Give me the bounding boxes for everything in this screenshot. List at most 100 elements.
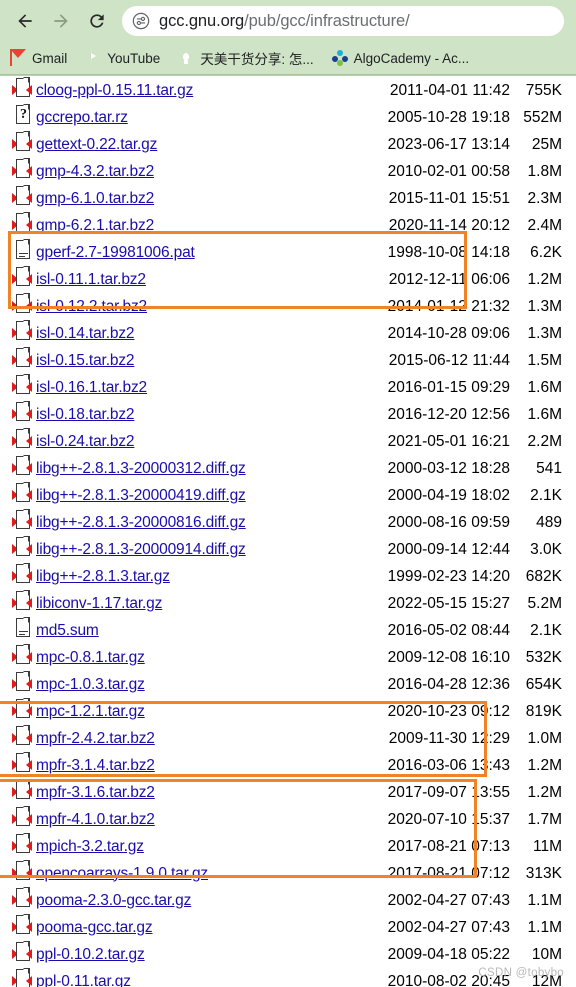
- address-bar[interactable]: gcc.gnu.org/pub/gcc/infrastructure/: [122, 6, 564, 36]
- forward-button[interactable]: [44, 4, 78, 38]
- file-link[interactable]: libg++-2.8.1.3-20000312.diff.gz: [36, 460, 246, 477]
- navigation-bar: gcc.gnu.org/pub/gcc/infrastructure/: [0, 0, 576, 42]
- file-link[interactable]: isl-0.18.tar.bz2: [36, 406, 135, 423]
- file-size-cell: 2.1K: [530, 621, 562, 639]
- table-row: isl-0.15.tar.bz2 2015-06-12 11:44 1.5M: [0, 347, 576, 374]
- reload-icon: [90, 14, 104, 28]
- file-date-cell: 2021-05-01 16:21: [387, 432, 510, 450]
- file-name-cell: libg++-2.8.1.3-20000816.diff.gz: [32, 509, 334, 536]
- file-link[interactable]: gmp-6.1.0.tar.bz2: [36, 190, 154, 207]
- file-link[interactable]: libg++-2.8.1.3-20000914.diff.gz: [36, 541, 246, 558]
- file-link[interactable]: mpfr-3.1.4.tar.bz2: [36, 757, 155, 774]
- file-link[interactable]: libg++-2.8.1.3-20000816.diff.gz: [36, 514, 246, 531]
- file-icon-cell: [0, 887, 32, 914]
- bookmark-algocademy[interactable]: AlgoCademy - Ac...: [331, 50, 469, 66]
- file-link[interactable]: isl-0.11.1.tar.bz2: [36, 271, 146, 288]
- table-row: isl-0.14.tar.bz2 2014-10-28 09:06 1.3M: [0, 320, 576, 347]
- file-link[interactable]: ppl-0.10.2.tar.gz: [36, 946, 145, 963]
- file-date-cell: 2010-02-01 00:58: [387, 162, 510, 180]
- file-link[interactable]: libiconv-1.17.tar.gz: [36, 595, 162, 612]
- file-date-cell: 2000-04-19 18:02: [387, 486, 510, 504]
- file-size-cell: 1.2M: [527, 756, 562, 774]
- file-size-cell: 819K: [525, 702, 562, 720]
- file-name-cell: isl-0.11.1.tar.bz2: [32, 266, 334, 293]
- file-icon-cell: [0, 590, 32, 617]
- file-icon-cell: [0, 212, 32, 239]
- compressed-file-icon: [12, 752, 32, 774]
- file-size-cell: 1.3M: [527, 324, 562, 342]
- file-link[interactable]: md5.sum: [36, 622, 99, 639]
- bookmark-gmail[interactable]: Gmail: [10, 49, 67, 66]
- file-link[interactable]: mpc-0.8.1.tar.gz: [36, 649, 145, 666]
- file-link[interactable]: libg++-2.8.1.3-20000419.diff.gz: [36, 487, 246, 504]
- table-row: libg++-2.8.1.3-20000816.diff.gz 2000-08-1…: [0, 509, 576, 536]
- file-name-cell: mpc-1.0.3.tar.gz: [32, 671, 334, 698]
- reload-button[interactable]: [80, 4, 114, 38]
- file-link[interactable]: mpfr-2.4.2.tar.bz2: [36, 730, 155, 747]
- file-link[interactable]: mpc-1.0.3.tar.gz: [36, 676, 145, 693]
- file-link[interactable]: gccrepo.tar.rz: [36, 109, 128, 126]
- file-icon-cell: [0, 833, 32, 860]
- file-table: cloog-ppl-0.15.11.tar.gz 2011-04-01 11:42…: [0, 77, 576, 987]
- file-date-cell: 2017-08-21 07:12: [387, 864, 510, 882]
- compressed-file-icon: [12, 374, 32, 396]
- file-date-cell: 2020-10-23 09:12: [387, 702, 510, 720]
- file-date-cell: 2023-06-17 13:14: [387, 135, 510, 153]
- table-row: mpc-0.8.1.tar.gz 2009-12-08 16:10 532K: [0, 644, 576, 671]
- file-name-cell: mpfr-3.1.6.tar.bz2: [32, 779, 334, 806]
- file-link[interactable]: mpfr-3.1.6.tar.bz2: [36, 784, 155, 801]
- file-name-cell: isl-0.12.2.tar.bz2: [32, 293, 334, 320]
- file-link[interactable]: cloog-ppl-0.15.11.tar.gz: [36, 82, 193, 99]
- file-link[interactable]: gmp-6.2.1.tar.bz2: [36, 217, 154, 234]
- file-size-cell: 2.3M: [527, 189, 562, 207]
- url-path: /pub/gcc/infrastructure/: [244, 11, 410, 30]
- file-link[interactable]: isl-0.15.tar.bz2: [36, 352, 135, 369]
- file-link[interactable]: isl-0.24.tar.bz2: [36, 433, 135, 450]
- bookmark-youtube[interactable]: YouTube: [85, 50, 160, 66]
- file-link[interactable]: pooma-2.3.0-gcc.tar.gz: [36, 892, 191, 909]
- file-link[interactable]: ppl-0.11.tar.gz: [36, 973, 131, 987]
- file-link[interactable]: isl-0.14.tar.bz2: [36, 325, 135, 342]
- file-icon-cell: [0, 806, 32, 833]
- file-link[interactable]: mpfr-4.1.0.tar.bz2: [36, 811, 155, 828]
- file-link[interactable]: libg++-2.8.1.3.tar.gz: [36, 568, 170, 585]
- file-size-cell: 1.1M: [527, 891, 562, 909]
- file-size-cell: 1.8M: [527, 162, 562, 180]
- file-link[interactable]: gmp-4.3.2.tar.bz2: [36, 163, 154, 180]
- table-row: libiconv-1.17.tar.gz 2022-05-15 15:27 5.2M: [0, 590, 576, 617]
- file-name-cell: isl-0.18.tar.bz2: [32, 401, 334, 428]
- compressed-file-icon: [12, 509, 32, 531]
- table-row: gperf-2.7-19981006.pat 1998-10-08 14:18 6.…: [0, 239, 576, 266]
- file-name-cell: md5.sum: [32, 617, 334, 644]
- file-size-cell: 1.5M: [527, 351, 562, 369]
- tune-icon[interactable]: [132, 12, 150, 30]
- file-link[interactable]: isl-0.16.1.tar.bz2: [36, 379, 147, 396]
- directory-listing-page: cloog-ppl-0.15.11.tar.gz 2011-04-01 11:42…: [0, 76, 576, 987]
- table-row: isl-0.11.1.tar.bz2 2012-12-11 06:06 1.2M: [0, 266, 576, 293]
- file-size-cell: 2.4M: [527, 216, 562, 234]
- file-icon-cell: [0, 509, 32, 536]
- file-link[interactable]: pooma-gcc.tar.gz: [36, 919, 153, 936]
- file-name-cell: mpc-1.2.1.tar.gz: [32, 698, 334, 725]
- compressed-file-icon: [12, 563, 32, 585]
- file-name-cell: mpfr-3.1.4.tar.bz2: [32, 752, 334, 779]
- file-date-cell: 2020-11-14 20:12: [388, 216, 510, 234]
- back-button[interactable]: [8, 4, 42, 38]
- algocademy-icon: [331, 50, 348, 66]
- file-link[interactable]: opencoarrays-1.9.0.tar.gz: [36, 865, 208, 882]
- table-row: mpc-1.0.3.tar.gz 2016-04-28 12:36 654K: [0, 671, 576, 698]
- file-link[interactable]: gettext-0.22.tar.gz: [36, 136, 157, 153]
- file-link[interactable]: mpich-3.2.tar.gz: [36, 838, 144, 855]
- table-row: mpc-1.2.1.tar.gz 2020-10-23 09:12 819K: [0, 698, 576, 725]
- table-row: mpfr-2.4.2.tar.bz2 2009-11-30 12:29 1.0M: [0, 725, 576, 752]
- file-date-cell: 1998-10-08 14:18: [387, 243, 510, 261]
- arrow-right-icon: [54, 14, 68, 28]
- bookmark-tianmei[interactable]: 天美干货分享: 怎...: [178, 48, 313, 68]
- file-link[interactable]: mpc-1.2.1.tar.gz: [36, 703, 145, 720]
- file-size-cell: 532K: [525, 648, 562, 666]
- file-link[interactable]: gperf-2.7-19981006.pat: [36, 244, 195, 261]
- file-name-cell: gccrepo.tar.rz: [32, 104, 334, 131]
- file-size-cell: 6.2K: [530, 243, 562, 261]
- compressed-file-icon: [12, 212, 32, 234]
- file-link[interactable]: isl-0.12.2.tar.bz2: [36, 298, 147, 315]
